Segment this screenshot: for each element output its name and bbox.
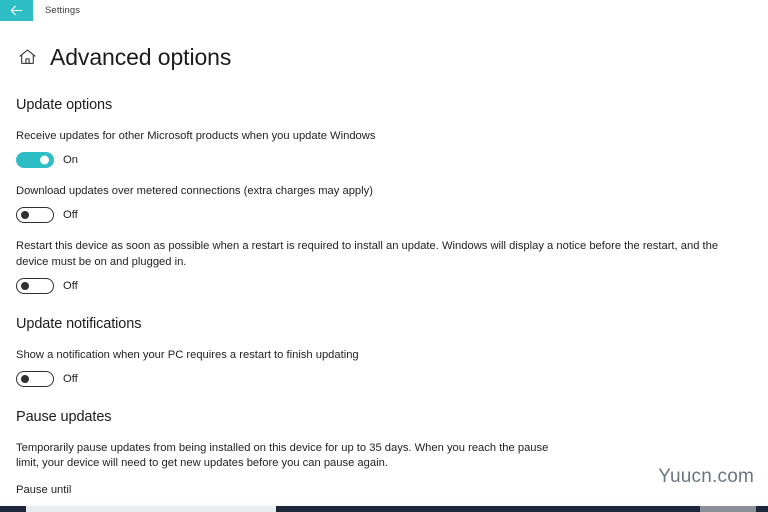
toggle-state-label: Off [63, 208, 78, 221]
setting-description: Download updates over metered connection… [16, 184, 373, 197]
toggle-restart-asap[interactable] [16, 277, 54, 294]
taskbar-segment[interactable] [700, 506, 756, 512]
setting-description: Restart this device as soon as possible … [16, 239, 719, 268]
setting-metered-connections: Download updates over metered connection… [16, 184, 752, 223]
toggle-row: On [16, 151, 752, 168]
toggle-knob [21, 374, 29, 383]
section-heading-update-options: Update options [16, 97, 113, 113]
toggle-row: Off [16, 206, 752, 223]
horizontal-scrollbar-track[interactable] [0, 506, 768, 512]
toggle-state-label: On [63, 153, 78, 166]
setting-receive-updates-other-products: Receive updates for other Microsoft prod… [16, 129, 752, 168]
toggle-state-label: Off [63, 372, 78, 385]
watermark: Yuucn.com [658, 466, 754, 487]
section-heading-pause-updates: Pause updates [16, 408, 112, 425]
toggle-knob [21, 210, 29, 219]
setting-restart-notification: Show a notification when your PC require… [16, 348, 752, 387]
pause-updates-description: Temporarily pause updates from being ins… [16, 441, 549, 470]
toggle-row: Off [16, 277, 752, 294]
section-heading-update-notifications: Update notifications [16, 315, 142, 332]
setting-description: Show a notification when your PC require… [16, 348, 359, 361]
window-title: Settings [45, 5, 81, 16]
bottom-strip [0, 503, 768, 512]
page-header: Advanced options [0, 21, 768, 75]
page-title: Advanced options [50, 43, 232, 70]
settings-content: Update options Receive updates for other… [0, 97, 768, 512]
toggle-row: Off [16, 370, 752, 387]
toggle-metered-connections[interactable] [16, 206, 54, 223]
horizontal-scrollbar-thumb[interactable] [26, 506, 276, 512]
home-icon[interactable] [16, 46, 38, 68]
toggle-knob [40, 155, 49, 165]
toggle-receive-updates-other-products[interactable] [16, 151, 54, 168]
arrow-left-icon [10, 5, 23, 16]
toggle-restart-notification[interactable] [16, 370, 54, 387]
toggle-state-label: Off [63, 279, 78, 292]
back-button[interactable] [0, 0, 33, 21]
setting-restart-asap: Restart this device as soon as possible … [16, 239, 752, 294]
pause-until-label: Pause until [16, 484, 72, 497]
setting-description: Receive updates for other Microsoft prod… [16, 130, 376, 142]
toggle-knob [21, 281, 29, 290]
window-titlebar: Settings [0, 0, 768, 21]
